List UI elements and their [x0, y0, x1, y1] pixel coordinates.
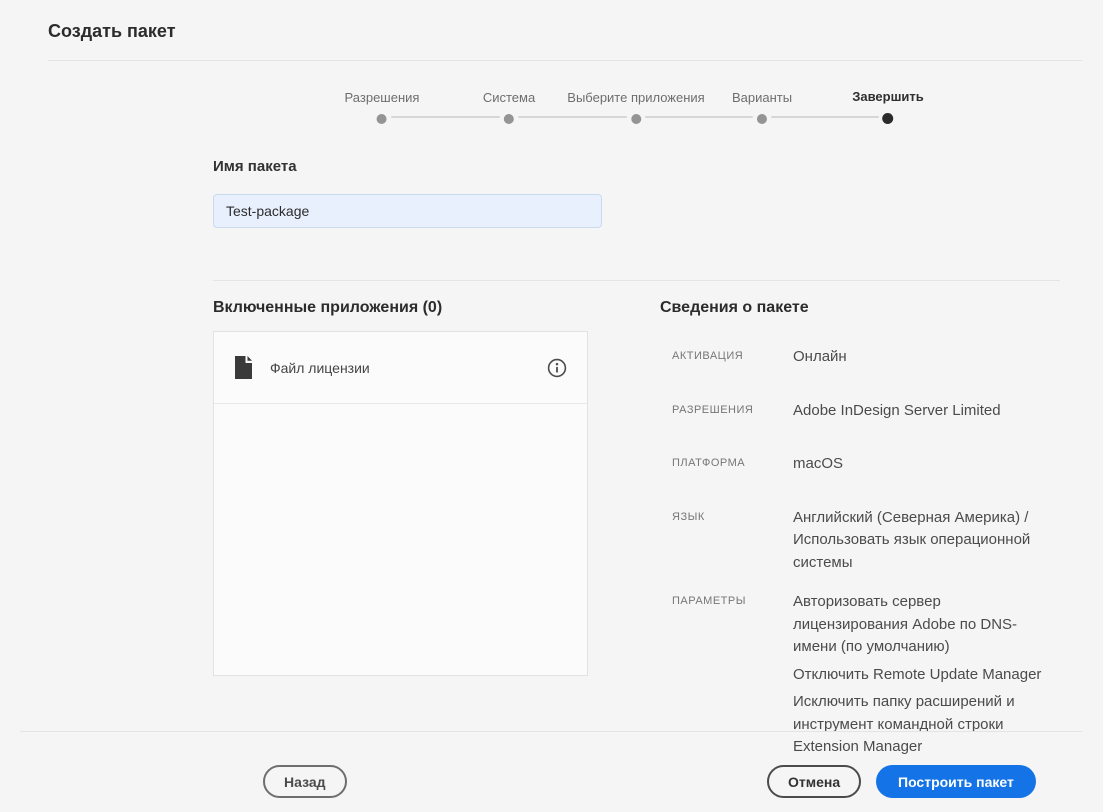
detail-label: ПЛАТФОРМА: [672, 457, 746, 469]
list-item-license-file: Файл лицензии: [214, 332, 587, 404]
detail-row-entitlements: РАЗРЕШЕНИЯ Adobe InDesign Server Limited: [660, 400, 1060, 423]
detail-value: Adobe InDesign Server Limited: [793, 401, 1001, 419]
step-connector: [645, 116, 753, 118]
included-apps-list: Файл лицензии: [213, 331, 588, 676]
step-permissions[interactable]: Разрешения: [344, 90, 420, 124]
detail-value: Онлайн: [793, 348, 847, 365]
step-label: Система: [482, 90, 536, 105]
detail-value-line: Исключить папку расширений и инструмент …: [793, 693, 1015, 755]
step-dot-icon: [630, 114, 641, 124]
file-icon: [235, 356, 252, 379]
step-label: Разрешения: [344, 90, 420, 105]
step-label: Варианты: [731, 90, 793, 105]
package-details-panel: Сведения о пакете АКТИВАЦИЯ Онлайн РАЗРЕ…: [660, 299, 1060, 764]
step-options[interactable]: Варианты: [732, 90, 792, 124]
info-icon[interactable]: [547, 358, 567, 378]
step-dot-icon: [376, 114, 387, 124]
detail-row-platform: ПЛАТФОРМА macOS: [660, 453, 1060, 476]
detail-value: Английский (Северная Америка) / Использо…: [793, 508, 1031, 571]
detail-label: ЯЗЫК: [672, 510, 705, 523]
step-choose-apps[interactable]: Выберите приложения: [567, 90, 705, 124]
detail-value-line: Отключить Remote Update Manager: [793, 665, 1042, 683]
detail-value: macOS: [793, 455, 844, 472]
detail-row-options: ПАРАМЕТРЫ Авторизовать сервер лицензиров…: [660, 591, 1060, 764]
detail-label: РАЗРЕШЕНИЯ: [672, 403, 754, 416]
detail-row-language: ЯЗЫК Английский (Северная Америка) / Исп…: [660, 507, 1060, 575]
step-label: Завершить: [852, 89, 924, 104]
step-system[interactable]: Система: [483, 90, 535, 124]
step-connector: [518, 116, 627, 118]
package-name-input[interactable]: [213, 194, 602, 228]
included-apps-title: Включенные приложения (0): [213, 299, 443, 316]
back-button[interactable]: Назад: [263, 765, 347, 798]
detail-value: Авторизовать сервер лицензирования Adobe…: [793, 591, 1048, 764]
section-divider: [213, 280, 1060, 281]
step-finish: Завершить: [852, 89, 924, 124]
step-connector: [391, 116, 500, 118]
detail-row-activation: АКТИВАЦИЯ Онлайн: [660, 346, 1060, 369]
step-dot-icon: [882, 113, 894, 124]
build-package-button[interactable]: Построить пакет: [876, 765, 1036, 798]
create-package-page: Создать пакет Разрешения Система Выберит…: [0, 0, 1103, 812]
footer-divider: [20, 731, 1082, 732]
step-dot-icon: [503, 114, 514, 124]
list-item-label: Файл лицензии: [270, 359, 370, 376]
step-label: Выберите приложения: [567, 90, 705, 105]
package-details-title: Сведения о пакете: [660, 299, 809, 316]
step-dot-icon: [756, 114, 767, 124]
wizard-stepper: Разрешения Система Выберите приложения В…: [0, 0, 1103, 140]
package-name-label: Имя пакета: [213, 158, 297, 175]
step-connector: [771, 116, 879, 118]
cancel-button[interactable]: Отмена: [767, 765, 862, 798]
detail-label: ПАРАМЕТРЫ: [672, 595, 746, 607]
detail-value-line: Авторизовать сервер лицензирования Adobe…: [793, 593, 1018, 655]
detail-label: АКТИВАЦИЯ: [672, 350, 744, 362]
